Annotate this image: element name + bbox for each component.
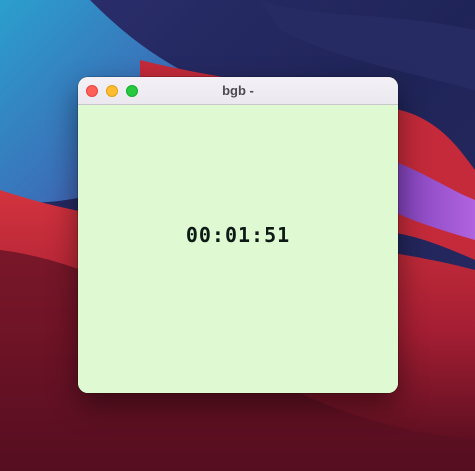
timer-display: 00:01:51 — [185, 223, 291, 247]
window-titlebar[interactable]: bgb - — [78, 77, 398, 105]
app-window: bgb - 00:01:51 — [78, 77, 398, 393]
emulator-screen[interactable]: 00:01:51 — [78, 105, 398, 393]
window-title: bgb - — [222, 83, 254, 98]
